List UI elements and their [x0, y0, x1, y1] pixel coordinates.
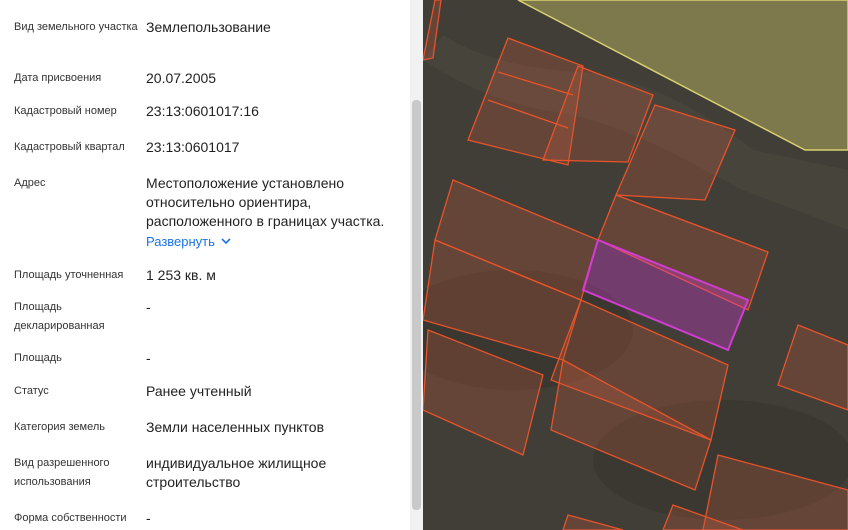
field-value: 20.07.2005 — [146, 70, 217, 86]
field-label: Статус — [14, 385, 49, 397]
map-view[interactable] — [423, 0, 848, 530]
scrollbar-thumb[interactable] — [412, 100, 421, 510]
field-value: - — [146, 510, 151, 526]
expand-address-link[interactable]: Развернуть — [146, 231, 401, 251]
field-value: 1 253 кв. м — [146, 267, 216, 283]
field-label: Адрес — [14, 177, 46, 189]
field-label: Кадастровый номер — [14, 105, 117, 117]
expand-label: Развернуть — [146, 234, 215, 249]
field-label: Площадь — [14, 352, 62, 364]
field-label: Площадь уточненная — [14, 269, 124, 281]
field-label: Форма собственности — [14, 512, 127, 524]
field-value: Землепользование — [146, 19, 271, 35]
field-value: Местоположение установлено относительно … — [146, 174, 401, 251]
field-value: - — [146, 350, 151, 366]
chevron-down-icon — [221, 231, 231, 250]
panel-scrollbar[interactable] — [410, 0, 423, 530]
field-label: Вид разрешенного использования — [14, 457, 110, 488]
field-label: Площадь декларированная — [14, 301, 105, 332]
field-label: Кадастровый квартал — [14, 141, 125, 153]
field-label: Вид земельного участка — [14, 21, 138, 33]
field-label: Категория земель — [14, 421, 105, 433]
parcel-info-panel: Вид земельного участка Землепользование … — [0, 0, 410, 530]
address-text: Местоположение установлено относительно … — [146, 175, 385, 229]
field-value: Земли населенных пунктов — [146, 419, 325, 435]
field-value[interactable]: 23:13:0601017:16 — [146, 102, 401, 121]
field-label: Дата присвоения — [14, 72, 102, 84]
field-value[interactable]: 23:13:0601017 — [146, 138, 401, 157]
field-value: Ранее учтенный — [146, 383, 252, 399]
field-value: - — [146, 299, 151, 315]
map-canvas[interactable] — [423, 0, 848, 530]
field-value: индивидуальное жилищное строительство — [146, 455, 327, 490]
